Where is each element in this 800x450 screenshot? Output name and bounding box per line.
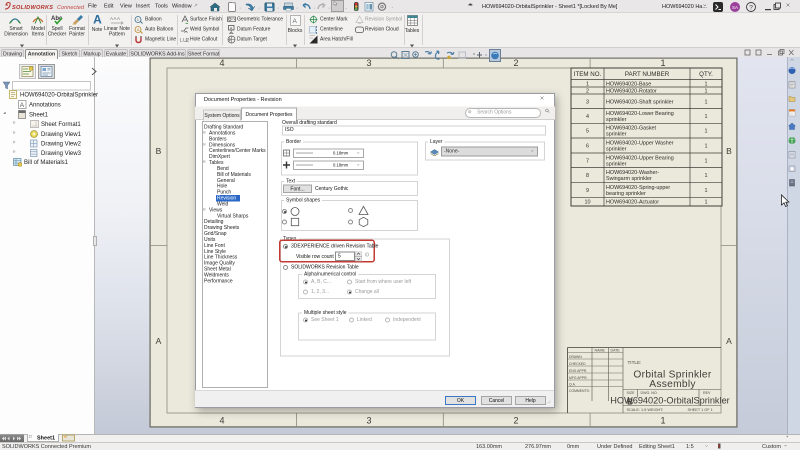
svg-text:4: 4 <box>219 416 224 426</box>
svg-text:DRAWN: DRAWN <box>569 355 582 359</box>
svg-text:sprinkler: sprinkler <box>606 132 627 138</box>
svg-text:A: A <box>137 27 140 32</box>
svg-text:Swingarm sprinkler: Swingarm sprinkler <box>606 176 652 182</box>
svg-text:·: · <box>391 5 393 12</box>
svg-text:A: A <box>20 102 25 109</box>
svg-text:SCALE: 1:5 WEIGHT:: SCALE: 1:5 WEIGHT: <box>627 408 664 412</box>
svg-text:5: 5 <box>586 129 589 135</box>
svg-text:AAA: AAA <box>110 16 121 21</box>
svg-text:Assembly: Assembly <box>649 379 696 390</box>
svg-text:DATE: DATE <box>611 349 621 353</box>
svg-text:6: 6 <box>586 144 589 150</box>
svg-text:1: 1 <box>705 81 708 87</box>
svg-text:10: 10 <box>585 200 591 206</box>
svg-text:REV: REV <box>703 391 711 395</box>
svg-text:·: · <box>239 5 241 12</box>
svg-text:2: 2 <box>513 416 518 426</box>
svg-text:1: 1 <box>705 173 708 179</box>
svg-text:1: 1 <box>586 81 589 87</box>
svg-text:9: 9 <box>586 188 589 194</box>
svg-text:8: 8 <box>586 173 589 179</box>
svg-text:1: 1 <box>705 129 708 135</box>
svg-text:A: A <box>726 336 732 346</box>
svg-text:·: · <box>296 5 298 12</box>
svg-text:bearing sprinkler: bearing sprinkler <box>606 191 646 197</box>
svg-text:·: · <box>277 5 279 12</box>
svg-text:1: 1 <box>705 114 708 120</box>
svg-text:4: 4 <box>586 114 589 120</box>
svg-text:COMMENTS:: COMMENTS: <box>569 389 590 393</box>
svg-text:1: 1 <box>660 416 665 426</box>
svg-text:1: 1 <box>705 200 708 206</box>
svg-text:SHEET 1 OF 1: SHEET 1 OF 1 <box>688 408 713 412</box>
svg-text:·: · <box>313 5 315 12</box>
svg-text:2: 2 <box>586 89 589 95</box>
svg-text:SIZE: SIZE <box>627 391 636 395</box>
svg-text:1: 1 <box>660 58 665 68</box>
svg-text:NAME: NAME <box>595 349 606 353</box>
svg-text:SA: SA <box>732 5 738 10</box>
svg-text:HOW694020-Shaft sprinkler: HOW694020-Shaft sprinkler <box>606 99 674 105</box>
svg-text:1: 1 <box>705 158 708 164</box>
svg-text:HOW694020-Rotator: HOW694020-Rotator <box>606 89 657 95</box>
svg-text:1: 1 <box>705 89 708 95</box>
svg-text:Ø: Ø <box>186 38 190 44</box>
svg-text:sprinkler: sprinkler <box>606 117 627 123</box>
svg-text:2: 2 <box>513 58 518 68</box>
svg-text:HOW694020-Actuator: HOW694020-Actuator <box>606 200 659 206</box>
svg-text:·: · <box>258 5 260 12</box>
svg-text:SOLIDWORKS: SOLIDWORKS <box>12 5 53 11</box>
svg-text:CHECKED: CHECKED <box>569 362 586 366</box>
svg-text:A: A <box>156 336 162 346</box>
svg-text:Q.A.: Q.A. <box>569 383 576 387</box>
svg-text:DWG. NO.: DWG. NO. <box>641 391 658 395</box>
svg-text:Connected: Connected <box>57 5 85 11</box>
svg-text:sprinkler: sprinkler <box>606 147 627 153</box>
svg-text:HOW694020-Base: HOW694020-Base <box>606 81 651 87</box>
svg-text:B: B <box>156 146 162 156</box>
svg-text:A: A <box>293 18 298 25</box>
svg-text:7: 7 <box>586 158 589 164</box>
svg-text:3: 3 <box>366 416 371 426</box>
svg-text:ITEM NO.: ITEM NO. <box>574 71 602 78</box>
svg-text:3: 3 <box>586 99 589 105</box>
svg-text:·: · <box>328 5 330 12</box>
svg-text:HOW694020-OrbitalSprinkler: HOW694020-OrbitalSprinkler <box>610 396 729 406</box>
svg-text:A: A <box>230 25 233 30</box>
svg-text:sprinkler: sprinkler <box>606 161 627 167</box>
svg-text:TITLE:: TITLE: <box>628 360 642 365</box>
svg-text:1: 1 <box>705 99 708 105</box>
svg-text:QTY.: QTY. <box>699 71 713 78</box>
svg-text:4: 4 <box>219 58 224 68</box>
svg-text:3: 3 <box>366 58 371 68</box>
svg-text:MFG APPR.: MFG APPR. <box>569 376 588 380</box>
svg-text:PART NUMBER: PART NUMBER <box>625 71 670 78</box>
svg-text:1: 1 <box>705 144 708 150</box>
svg-text:1: 1 <box>137 17 140 22</box>
svg-text:B: B <box>726 146 732 156</box>
svg-text:ENG APPR.: ENG APPR. <box>569 369 587 373</box>
svg-text:1: 1 <box>705 188 708 194</box>
svg-text:?: ? <box>749 5 753 12</box>
